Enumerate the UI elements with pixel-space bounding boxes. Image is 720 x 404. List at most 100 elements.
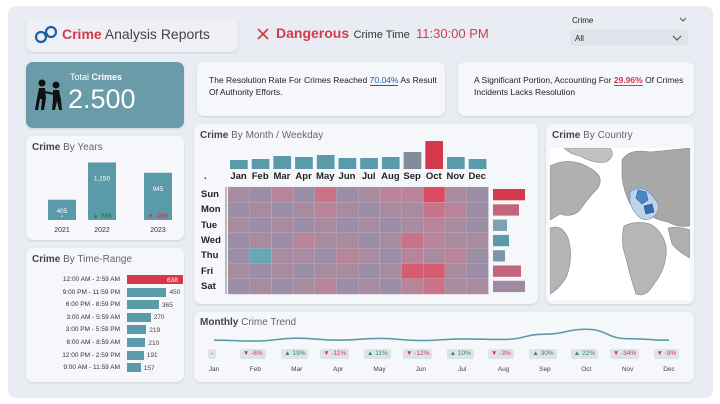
- trend-change-chip: ▼ -6%: [239, 349, 266, 359]
- weekday-label: Wed: [201, 234, 221, 246]
- time-title-b: By Time-Range: [60, 254, 133, 265]
- heatmap-cell: [444, 232, 467, 249]
- crime-by-time-card: Crime By Time-Range 12:00 AM - 2:59 AM 63…: [26, 248, 184, 382]
- info1-pre: The Resolution Rate For Crimes Reached: [209, 75, 370, 85]
- heatmap-cell: [466, 263, 489, 279]
- heatmap-cell: [401, 186, 424, 203]
- weekday-total-bar: [493, 280, 525, 293]
- time-range-bar: [127, 325, 147, 335]
- time-range-bar: [127, 350, 144, 360]
- trend-month-label: Jan: [208, 366, 220, 373]
- time-range-bar: [127, 363, 141, 373]
- month-total-bar: [295, 157, 313, 169]
- month-label: Mar: [273, 171, 291, 182]
- heatmap-cell: [401, 232, 424, 249]
- heatmap-cell: [379, 263, 402, 279]
- month-total-bar: [403, 152, 422, 169]
- time-range-label: 12:00 AM - 2:59 AM: [62, 276, 120, 283]
- heatmap-cell: [401, 278, 424, 295]
- arrest-icon: [35, 79, 62, 110]
- heatmap-cell: [423, 202, 446, 218]
- heatmap-cell: [379, 202, 402, 218]
- heatmap-cell: [466, 248, 489, 264]
- heatmap-cell: [379, 217, 402, 234]
- trend-month-label: Jun: [415, 366, 427, 373]
- heatmap-cell: [423, 186, 446, 203]
- heatmap-cell: [227, 248, 250, 264]
- heatmap-cell: [249, 248, 272, 264]
- month-total-bar: [316, 155, 335, 169]
- heatmap-cell: [444, 217, 467, 234]
- time-title-a: Crime: [32, 254, 61, 265]
- heatmap-cell: [444, 186, 467, 203]
- heatmap-cell: [249, 232, 272, 249]
- month-label: Dec: [468, 171, 486, 182]
- month-label: Jun: [338, 171, 356, 182]
- heatmap-cell: [314, 186, 337, 203]
- month-total-bar: [425, 141, 443, 169]
- time-range-value: 219: [149, 326, 161, 334]
- month-total-bar: [251, 159, 270, 169]
- heatmap-cell: [444, 263, 467, 279]
- heatmap-cell: [444, 278, 467, 295]
- heatmap-cell: [336, 263, 359, 279]
- time-range-label: 9:00 PM - 11:59 PM: [62, 288, 120, 296]
- trend-line: [213, 328, 670, 342]
- trend-change-chip: ▼ -9%: [653, 349, 680, 359]
- time-range-value: 365: [162, 301, 173, 309]
- chevron-down-icon[interactable]: [679, 17, 687, 23]
- heatmap-cell: [314, 232, 337, 249]
- crime-filter-select[interactable]: All: [570, 30, 688, 46]
- trend-month-label: Feb: [249, 366, 261, 373]
- time-range-label: 3:00 PM - 5:59 PM: [65, 326, 120, 334]
- heatmap-cell: [314, 263, 337, 279]
- time-range-bar: [127, 312, 151, 322]
- month-label: Feb: [251, 171, 269, 182]
- trend-change-value: ▼ -11%: [323, 350, 347, 357]
- heatmap-cell: [249, 202, 272, 218]
- total-label-b: Crimes: [91, 72, 123, 82]
- time-range-label: 12:00 PM - 2:59 PM: [62, 351, 120, 359]
- trend-change-value: ▼ -9%: [656, 350, 677, 357]
- trend-change-value: ▼ -3%: [491, 350, 511, 357]
- heatmap-cell: [292, 278, 315, 295]
- trend-change-chip: ▲ 10%: [446, 349, 474, 359]
- heatmap-cell: [314, 217, 337, 234]
- time-range-label: 6:00 PM - 8:59 PM: [65, 301, 120, 309]
- crime-filter-value: All: [575, 34, 584, 43]
- heatmap-cell: [292, 232, 315, 249]
- total-value: 2.500: [68, 84, 136, 114]
- heatmap-cell: [336, 232, 359, 249]
- heatmap-cell: [271, 186, 294, 203]
- year-change-label: -: [61, 213, 63, 220]
- info2-pre: A Significant Portion, Accounting For: [474, 75, 614, 85]
- heatmap-cell: [227, 278, 250, 295]
- trend-change-chip: ▼ -12%: [403, 349, 433, 359]
- trend-month-label: Apr: [333, 366, 344, 373]
- month-total-bar: [273, 156, 292, 169]
- heatmap-cell: [466, 202, 489, 218]
- trend-change-chip: ▲ 22%: [570, 349, 599, 359]
- heatmap-cell: [423, 278, 446, 295]
- trend-change-chip: ▲ 30%: [529, 349, 557, 359]
- time-range-value: 157: [143, 364, 155, 372]
- month-label: Nov: [446, 171, 465, 182]
- total-label-a: Total: [70, 72, 92, 82]
- heatmap-cell: [271, 248, 294, 264]
- trend-change-value: ▲ 30%: [532, 350, 554, 357]
- trend-change-value: ▲ 11%: [366, 350, 388, 357]
- heatmap-cell: [466, 186, 489, 203]
- info1-pct: 70.04%: [369, 75, 399, 86]
- world-map[interactable]: [550, 148, 690, 300]
- weekday-total-bar: [493, 204, 519, 216]
- heatmap-cell: [292, 186, 315, 203]
- weekday-total-bar: [493, 250, 505, 262]
- heatmap-cell: [336, 248, 359, 264]
- crime-time-value: 11:30:00 PM: [416, 26, 489, 41]
- country-title-a: Crime: [552, 130, 581, 141]
- trend-change-value: ▲ 22%: [573, 350, 596, 357]
- weekday-label: Mon: [201, 204, 221, 216]
- weekday-label: Sun: [201, 189, 219, 200]
- heatmap-cell: [379, 186, 402, 203]
- month-label: Oct: [425, 171, 442, 182]
